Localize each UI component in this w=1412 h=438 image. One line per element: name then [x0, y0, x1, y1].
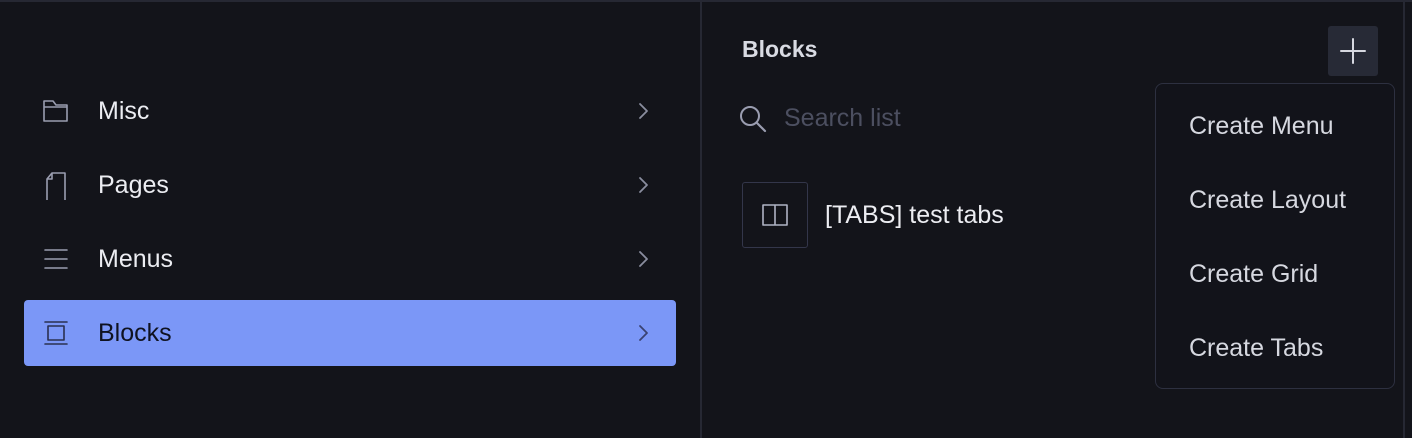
menu-lines-icon — [44, 249, 68, 269]
sidebar-item-label: Blocks — [98, 319, 172, 347]
search-icon — [740, 106, 767, 133]
chevron-right-icon — [639, 251, 648, 267]
sidebar-item-label: Menus — [98, 245, 174, 273]
list-item-label: [TABS] test tabs — [825, 201, 1004, 229]
block-thumbnail — [742, 182, 808, 248]
tabs-icon — [762, 204, 788, 226]
add-block-button[interactable] — [1328, 26, 1378, 76]
folder-icon — [43, 100, 68, 122]
search-input[interactable] — [784, 98, 1144, 138]
chevron-right-icon — [639, 103, 648, 119]
menu-item-create-layout[interactable]: Create Layout — [1157, 170, 1393, 230]
sidebar-item-pages[interactable]: Pages — [24, 152, 676, 218]
right-border — [1403, 0, 1405, 438]
sidebar-item-blocks[interactable]: Blocks — [24, 300, 676, 366]
sidebar-item-misc[interactable]: Misc — [24, 78, 676, 144]
chevron-right-icon — [639, 177, 648, 193]
menu-item-create-tabs[interactable]: Create Tabs — [1157, 318, 1393, 378]
chevron-right-icon — [639, 325, 648, 341]
sidebar-item-label: Misc — [98, 97, 150, 125]
panel-divider — [700, 0, 702, 438]
plus-icon — [1340, 38, 1366, 64]
menu-item-create-grid[interactable]: Create Grid — [1157, 244, 1393, 304]
sidebar-item-menus[interactable]: Menus — [24, 226, 676, 292]
panel-title: Blocks — [742, 36, 818, 62]
sidebar: Misc Pages Menus Blocks — [24, 78, 676, 374]
block-icon — [44, 321, 68, 345]
list-item[interactable]: [TABS] test tabs — [742, 182, 1142, 248]
create-menu-dropdown: Create Menu Create Layout Create Grid Cr… — [1155, 83, 1395, 389]
page-icon — [46, 172, 66, 200]
menu-item-create-menu[interactable]: Create Menu — [1157, 96, 1393, 156]
top-border — [0, 0, 1412, 2]
sidebar-item-label: Pages — [98, 171, 169, 199]
